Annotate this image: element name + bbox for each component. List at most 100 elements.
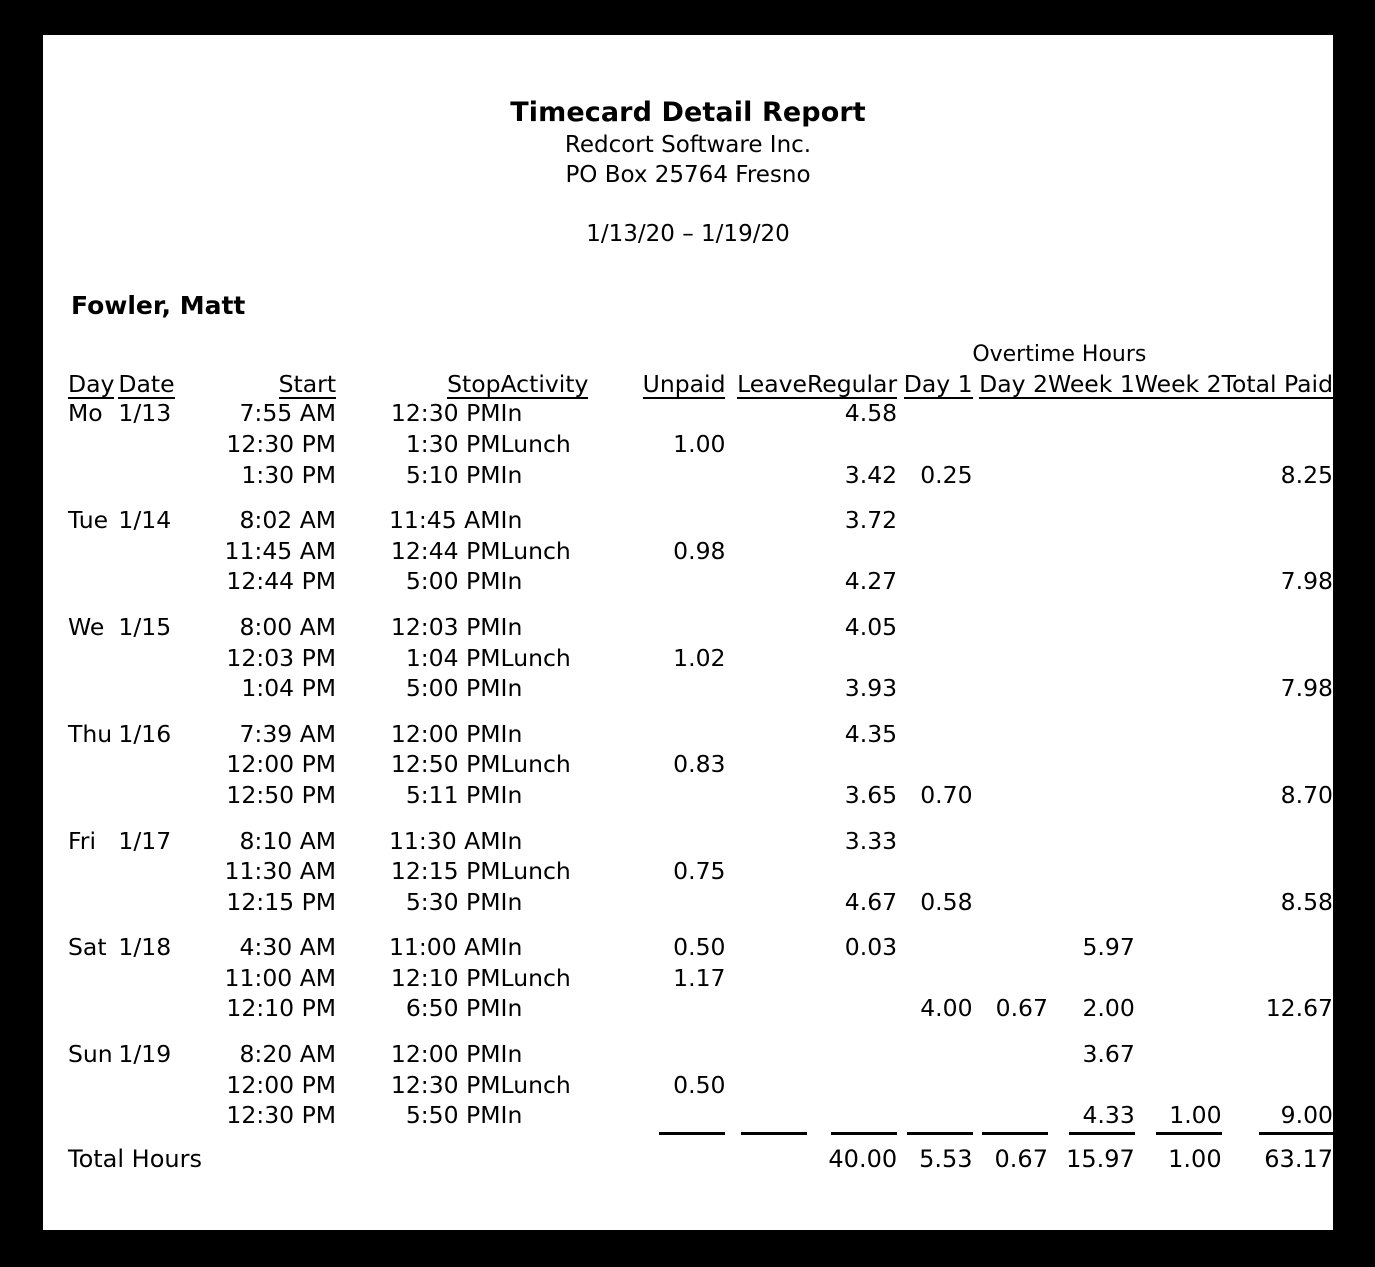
cell-week1: 3.67 [1082,1040,1135,1069]
company-address: PO Box 25764 Fresno [565,162,811,188]
table-row[interactable]: 12:00 PM 12:30 PM Lunch 0.50 [68,1071,1333,1102]
cell-day2 [973,1071,1048,1102]
cell-total [1222,720,1333,751]
cell-day1 [897,827,972,858]
cell-regular: 3.33 [844,826,898,855]
table-row[interactable]: 12:44 PM 5:00 PM In 4.27 7.98 [68,567,1333,598]
cell-week2 [1135,674,1222,705]
column-header-week1: Week 1 [1047,370,1135,400]
cell-start: 7:55 AM [239,399,337,428]
table-row[interactable]: 12:30 PM 1:30 PM Lunch 1.00 [68,430,1333,461]
table-row[interactable]: Thu 1/16 7:39 AM 12:00 PM In 4.35 [68,720,1333,751]
day-spacer-row [68,918,1333,933]
cell-leave [725,674,807,705]
overtime-hours-group-label: Overtime Hours [972,342,1147,367]
cell-stop: 12:44 PM [390,536,501,565]
rule-day1 [897,1131,973,1145]
table-row[interactable]: 1:30 PM 5:10 PM In 3.42 0.25 8.25 [68,461,1333,492]
cell-day [68,994,118,1025]
cell-date [118,781,178,812]
cell-date [118,567,178,598]
table-row[interactable]: 11:00 AM 12:10 PM Lunch 1.17 [68,964,1333,995]
cell-day2 [973,430,1048,461]
table-row[interactable]: We 1/15 8:00 AM 12:03 PM In 4.05 [68,613,1333,644]
cell-day2 [973,1101,1048,1132]
cell-date [118,1071,178,1102]
cell-unpaid: 1.00 [673,429,726,458]
cell-week1 [1048,674,1135,705]
table-row[interactable]: 12:10 PM 6:50 PM In 4.00 0.67 2.00 12.67 [68,994,1333,1025]
cell-leave [725,430,807,461]
cell-total [1222,399,1333,430]
cell-total [1222,933,1333,964]
column-header-regular: Regular [806,370,898,400]
cell-unpaid [633,994,725,1025]
cell-day [68,857,118,888]
cell-unpaid: 0.50 [673,933,726,962]
cell-week2 [1135,857,1222,888]
total-hours-label: Total Hours [68,1144,202,1173]
cell-date [118,430,178,461]
cell-day1 [897,1040,972,1071]
table-row[interactable]: 12:00 PM 12:50 PM Lunch 0.83 [68,750,1333,781]
cell-regular: 3.65 [844,780,898,809]
cell-stop: 5:10 PM [405,460,501,489]
cell-week2 [1135,506,1222,537]
total-day1: 5.53 [919,1144,973,1173]
column-header-unpaid: Unpaid [642,370,726,400]
cell-day [68,674,118,705]
table-row[interactable]: 12:15 PM 5:30 PM In 4.67 0.58 8.58 [68,888,1333,919]
table-row[interactable]: Tue 1/14 8:02 AM 11:45 AM In 3.72 [68,506,1333,537]
cell-week2 [1135,933,1222,964]
table-row[interactable]: 11:45 AM 12:44 PM Lunch 0.98 [68,537,1333,568]
table-row[interactable]: Fri 1/17 8:10 AM 11:30 AM In 3.33 [68,827,1333,858]
column-header-date: Date [118,370,175,400]
cell-day: Sun [68,1040,113,1069]
cell-day [68,781,118,812]
cell-day2 [973,537,1048,568]
cell-week1 [1048,613,1135,644]
cell-total [1222,827,1333,858]
cell-total [1222,430,1333,461]
cell-unpaid: 0.98 [673,536,726,565]
table-row[interactable]: Sat 1/18 4:30 AM 11:00 AM In 0.50 0.03 5.97 [68,933,1333,964]
cell-date: 1/13 [118,399,172,428]
column-header-day: Day [68,370,115,400]
cell-leave [725,750,807,781]
cell-regular: 3.93 [844,674,898,703]
cell-unpaid [633,399,725,430]
table-row[interactable]: 12:30 PM 5:50 PM In 4.33 1.00 9.00 [68,1101,1333,1132]
cell-week1 [1048,750,1135,781]
column-header-day1: Day 1 [903,370,973,400]
cell-date: 1/15 [118,612,172,641]
cell-week2 [1135,827,1222,858]
cell-total [1222,857,1333,888]
subtotal-rule-row [68,1131,1333,1145]
cell-week1 [1048,720,1135,751]
table-row[interactable]: Mo 1/13 7:55 AM 12:30 PM In 4.58 [68,399,1333,430]
cell-leave [725,1071,807,1102]
cell-activity: Lunch [500,536,571,565]
cell-unpaid [633,613,725,644]
rule-week2 [1135,1131,1222,1145]
cell-week1 [1048,781,1135,812]
cell-day [68,461,118,492]
table-row[interactable]: 11:30 AM 12:15 PM Lunch 0.75 [68,857,1333,888]
cell-unpaid [633,506,725,537]
cell-total: 7.98 [1280,567,1333,596]
table-row[interactable]: 1:04 PM 5:00 PM In 3.93 7.98 [68,674,1333,705]
cell-stop: 5:30 PM [405,887,501,916]
cell-leave [725,781,807,812]
cell-day: Fri [68,826,96,855]
cell-stop: 5:00 PM [405,674,501,703]
cell-leave [725,613,807,644]
cell-date: 1/18 [118,933,172,962]
table-row[interactable]: 12:50 PM 5:11 PM In 3.65 0.70 8.70 [68,781,1333,812]
cell-week1 [1048,644,1135,675]
column-header-week2: Week 2 [1134,370,1222,400]
cell-unpaid: 1.17 [673,963,726,992]
table-row[interactable]: Sun 1/19 8:20 AM 12:00 PM In 3.67 [68,1040,1333,1071]
table-row[interactable]: 12:03 PM 1:04 PM Lunch 1.02 [68,644,1333,675]
cell-date: 1/19 [118,1040,172,1069]
cell-total [1222,1040,1333,1071]
